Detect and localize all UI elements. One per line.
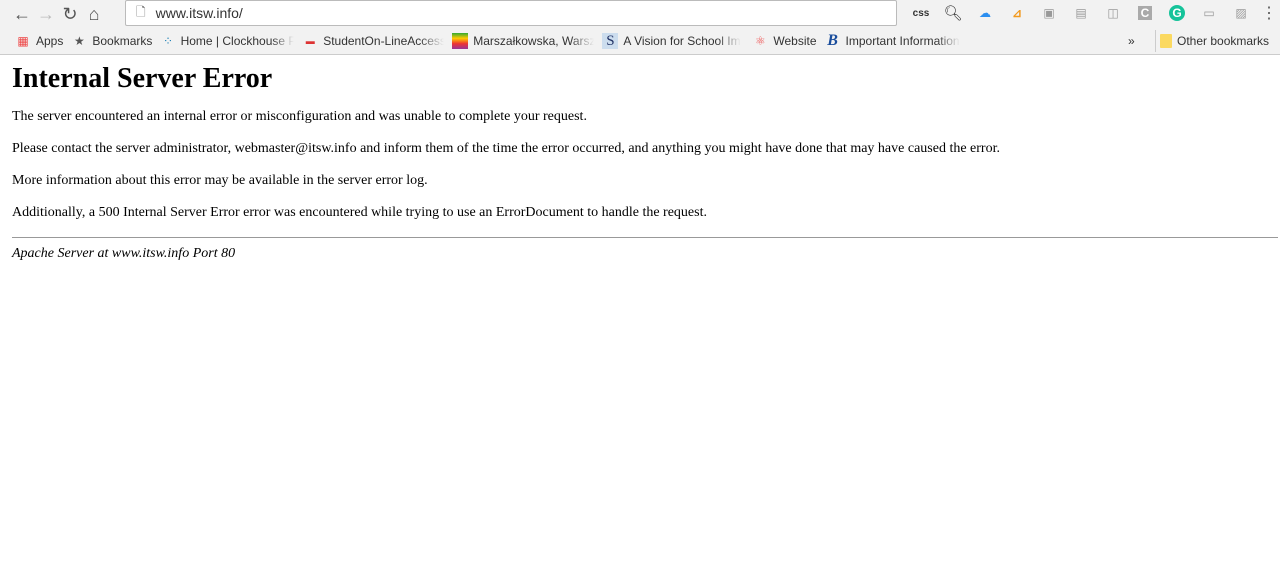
back-button[interactable]: ← bbox=[10, 2, 34, 26]
star-icon: ★ bbox=[73, 34, 85, 48]
contact-message: Please contact the server administrator,… bbox=[12, 141, 1000, 156]
forward-button[interactable]: → bbox=[34, 2, 58, 26]
s-icon: S bbox=[602, 33, 619, 49]
b-icon: B bbox=[827, 32, 838, 49]
divider bbox=[12, 237, 1278, 238]
apps-grid-icon: ▦ bbox=[17, 34, 29, 48]
pdf-icon[interactable]: ▨ bbox=[1225, 2, 1257, 24]
translate-icon[interactable]: ▣ bbox=[1033, 2, 1065, 24]
bookmark-clockhouse[interactable]: ⁘ Home | Clockhouse Pr bbox=[156, 30, 298, 52]
error-message: The server encountered an internal error… bbox=[12, 109, 587, 124]
bookmark-studentonline[interactable]: ▬ StudentOn-LineAccess bbox=[298, 30, 448, 52]
c-icon[interactable]: C bbox=[1129, 2, 1161, 24]
home-button[interactable]: ⌂ bbox=[82, 2, 106, 26]
bookmarks-bar: ▦ Apps ★ Bookmarks ⁘ Home | Clockhouse Pr ▬… bbox=[0, 28, 1280, 55]
atom-icon: ⚛ bbox=[755, 34, 766, 48]
page-icon: 🗋 bbox=[136, 4, 146, 19]
errordocument-message: Additionally, a 500 Internal Server Erro… bbox=[12, 205, 707, 220]
cloud-icon[interactable]: ☁ bbox=[969, 2, 1001, 24]
address-bar[interactable]: 🗋 www.itsw.info/ bbox=[125, 0, 897, 26]
reload-button[interactable]: ↻ bbox=[58, 2, 82, 26]
rss-icon[interactable]: ⊿ bbox=[1001, 2, 1033, 24]
folder-icon bbox=[1160, 34, 1172, 48]
browser-toolbar: ← → ↻ ⌂ 🗋 www.itsw.info/ css 🔍︎ ☁ ⊿ ▣ ▤ … bbox=[0, 0, 1280, 28]
page-content: Internal Server Error The server encount… bbox=[0, 63, 1280, 262]
server-signature: Apache Server at www.itsw.info Port 80 bbox=[12, 246, 236, 261]
log-message: More information about this error may be… bbox=[12, 173, 428, 188]
rainbow-icon bbox=[452, 33, 469, 49]
rss-grey-icon[interactable]: ▤ bbox=[1065, 2, 1097, 24]
page-title: Internal Server Error bbox=[12, 63, 273, 94]
bookmark-bookmarks[interactable]: ★ Bookmarks bbox=[67, 30, 156, 52]
url-text: www.itsw.info/ bbox=[155, 5, 243, 21]
other-bookmarks[interactable]: Other bookmarks bbox=[1155, 30, 1273, 52]
dots-icon: ⁘ bbox=[162, 34, 174, 48]
sola-icon: ▬ bbox=[305, 36, 315, 46]
bookmark-website[interactable]: ⚛ Website bbox=[748, 30, 820, 52]
search-icon[interactable]: 🔍︎ bbox=[937, 2, 969, 24]
bookmark-vision[interactable]: SA Vision for School Im bbox=[598, 30, 748, 52]
camera-icon[interactable]: ◫ bbox=[1097, 2, 1129, 24]
grammarly-icon[interactable]: G bbox=[1161, 2, 1193, 24]
menu-icon[interactable]: ⋮ bbox=[1257, 2, 1280, 24]
bookmark-important[interactable]: B Important Information bbox=[821, 30, 965, 52]
bookmark-apps[interactable]: ▦ Apps bbox=[11, 30, 67, 52]
bookmark-marszalkowska[interactable]: Marszałkowska, Warsz bbox=[448, 30, 598, 52]
extension-icon[interactable]: ▭ bbox=[1193, 2, 1225, 24]
extensions-bar: css 🔍︎ ☁ ⊿ ▣ ▤ ◫ C G ▭ ▨ ⋮ bbox=[905, 2, 1280, 24]
bookmarks-overflow-button[interactable]: » bbox=[1124, 30, 1139, 52]
css-icon[interactable]: css bbox=[905, 2, 937, 24]
